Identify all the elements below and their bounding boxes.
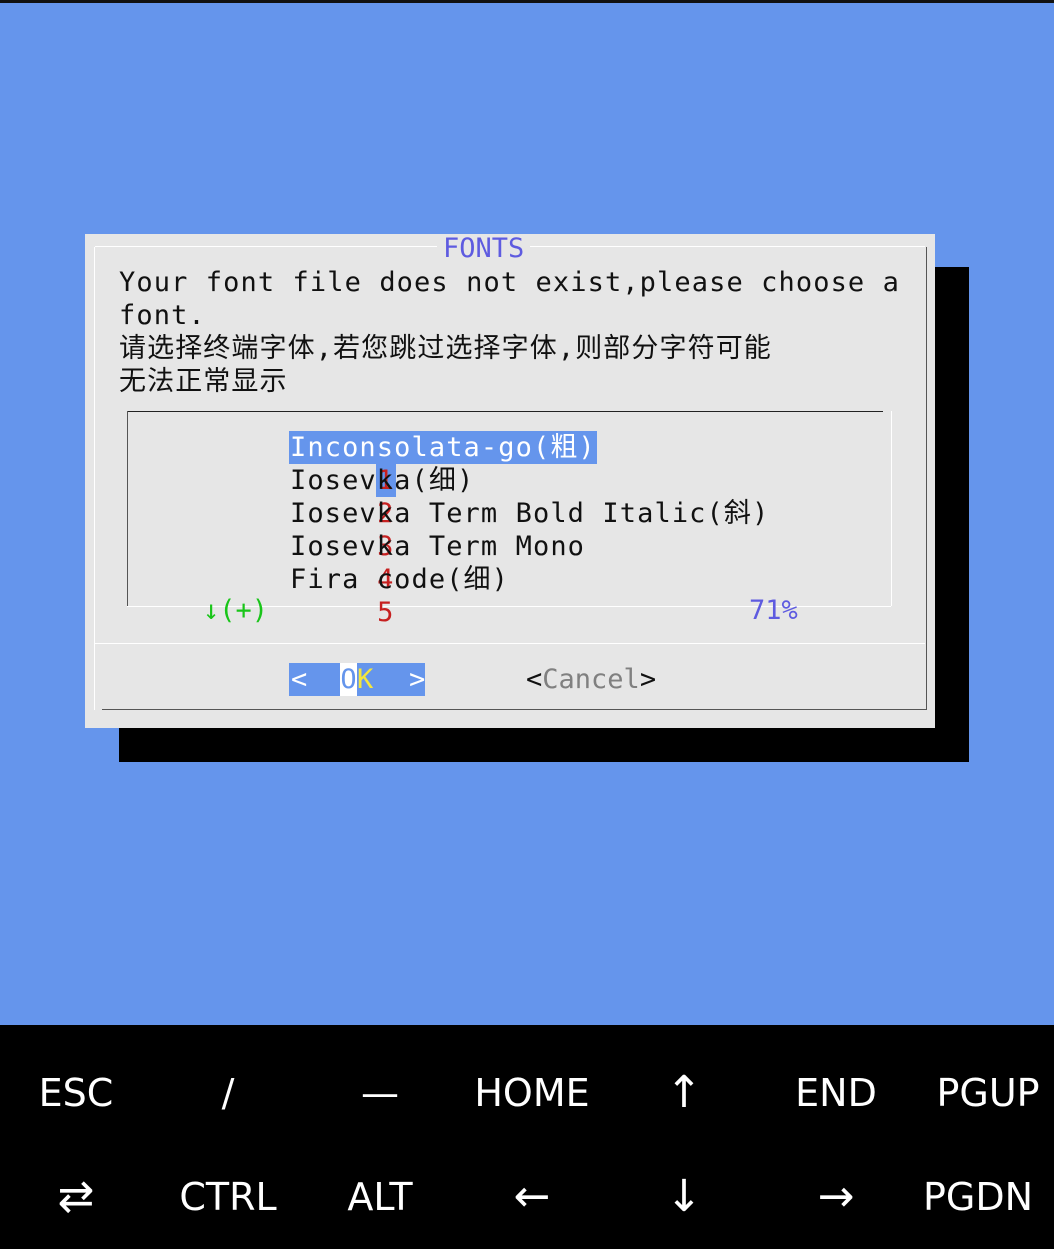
item-number: 5 [377,597,395,628]
arrow-up-icon[interactable]: ↑ [609,1043,759,1143]
list-frame-left [127,411,128,606]
ctrl-key[interactable]: CTRL [153,1147,303,1247]
ok-button[interactable]: < O K > [289,663,425,696]
end-key[interactable]: END [761,1043,911,1143]
font-list: 1 Inconsolata-go(粗) 2 Iosevka(细) 3 Iosev… [127,411,892,628]
top-border [0,0,1054,3]
home-key[interactable]: HOME [457,1043,607,1143]
scroll-down-indicator: ↓(+) [203,595,269,626]
pgup-key[interactable]: PGUP [913,1043,1054,1143]
item-label: Iosevka(细) [290,465,475,496]
dialog-frame-right [926,247,927,710]
scroll-percentage: 71% [749,595,798,626]
arrow-right-icon[interactable]: → [761,1147,911,1247]
cancel-label: Cancel [542,664,640,695]
ok-label-o: O [340,663,357,696]
dialog-message: Your font file does not exist,please cho… [119,267,900,397]
terminal-screen[interactable]: FONTS Your font file does not exist,plea… [0,0,1054,1025]
font-item-inconsolata-go[interactable]: 1 Inconsolata-go(粗) [237,431,597,497]
cancel-bracket-left: < [526,664,543,695]
font-item-iosevka[interactable]: 2 Iosevka(细) [237,464,473,529]
font-item-fira-code[interactable]: 5 Fira code(细) [237,563,508,628]
font-item-iosevka-term-mono[interactable]: 4 Iosevka Term Mono [237,530,584,595]
dialog-title: FONTS [437,234,531,264]
cancel-bracket-right: > [639,664,657,695]
dash-key[interactable]: — [305,1043,455,1143]
item-label: Iosevka Term Bold Italic(斜) [290,498,770,529]
dialog-frame-bottom [102,709,927,710]
fonts-dialog: FONTS Your font file does not exist,plea… [85,234,935,728]
cancel-button[interactable]: <Cancel> [526,663,656,696]
arrow-down-icon[interactable]: ↓ [609,1147,759,1247]
item-label: Inconsolata-go(粗) [289,431,597,464]
esc-key[interactable]: ESC [1,1043,151,1143]
list-frame-top [127,411,883,412]
slash-key[interactable]: / [153,1043,303,1143]
item-label: Fira code(细) [290,564,510,595]
item-label: Iosevka Term Mono [290,531,586,562]
ok-label-k-hotkey: K [357,664,374,695]
tab-icon[interactable]: ⇄ [1,1147,151,1247]
dialog-frame-left [94,247,95,710]
button-separator [95,643,925,644]
extra-keys-bar: ESC / — HOME ↑ END PGUP ⇄ CTRL ALT ← ↓ →… [0,1025,1054,1249]
ok-bracket-right: > [409,664,426,695]
alt-key[interactable]: ALT [305,1147,455,1247]
list-frame-right [891,411,892,606]
font-item-iosevka-term-bold-italic[interactable]: 3 Iosevka Term Bold Italic(斜) [237,497,768,562]
ok-bracket-left: < [291,664,308,695]
arrow-left-icon[interactable]: ← [457,1147,607,1247]
pgdn-key[interactable]: PGDN [903,1147,1053,1247]
